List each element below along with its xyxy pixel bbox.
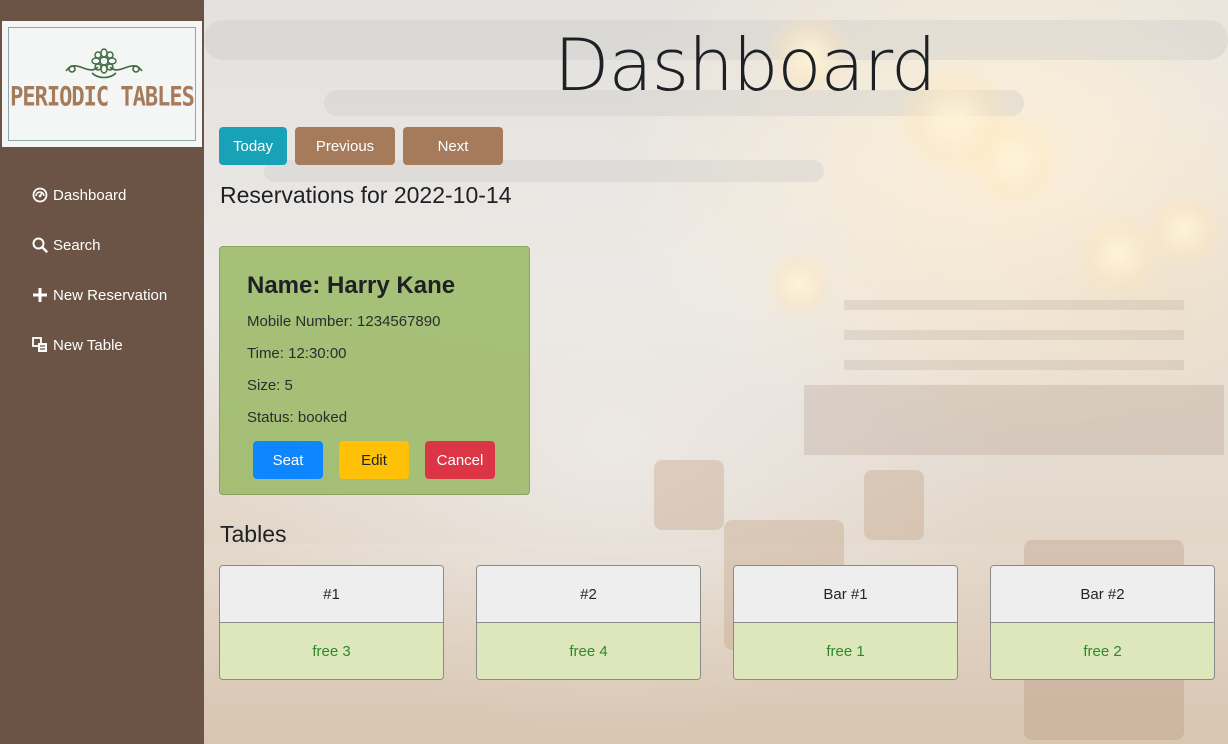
reservation-size: Size: 5 [247,377,293,394]
search-icon [32,237,48,253]
cancel-button[interactable]: Cancel [425,441,495,479]
next-button[interactable]: Next [403,127,503,165]
page-title: Dashboard [554,23,937,107]
seat-button[interactable]: Seat [253,441,323,479]
flower-ornament-icon [65,48,143,79]
sidebar-item-label: New Reservation [53,286,168,304]
table-name: #1 [220,566,443,623]
reservations-heading: Reservations for 2022-10-14 [220,182,512,208]
plus-icon [33,288,47,302]
sidebar: PERIODIC TABLES Dashboard Search New Res… [0,0,204,744]
sidebar-item-new-reservation[interactable]: New Reservation [32,270,202,320]
table-status: free 2 [991,623,1214,679]
edit-button[interactable]: Edit [339,441,409,479]
reservation-mobile: Mobile Number: 1234567890 [247,313,441,330]
table-name: #2 [477,566,700,623]
reservation-status: Status: booked [247,409,348,426]
table-card: Bar #2 free 2 [990,565,1215,680]
dashboard-icon [32,187,48,203]
table-status: free 1 [734,623,957,679]
previous-button[interactable]: Previous [295,127,395,165]
sidebar-item-search[interactable]: Search [32,220,202,270]
reservation-time: Time: 12:30:00 [247,345,347,362]
table-card: Bar #1 free 1 [733,565,958,680]
reservation-name: Name: Harry Kane [247,272,456,299]
sidebar-item-new-table[interactable]: New Table [32,320,202,370]
tables-heading: Tables [220,521,287,547]
table-name: Bar #1 [734,566,957,623]
table-name: Bar #2 [991,566,1214,623]
table-card: #2 free 4 [476,565,701,680]
sidebar-nav: Dashboard Search New Reservation New Tab… [32,170,202,370]
sidebar-item-label: Search [53,236,101,254]
today-button[interactable]: Today [219,127,287,165]
sidebar-item-label: Dashboard [53,186,127,204]
sidebar-item-dashboard[interactable]: Dashboard [32,170,202,220]
logo[interactable]: PERIODIC TABLES [2,21,202,147]
table-status: free 4 [477,623,700,679]
table-card: #1 free 3 [219,565,444,680]
table-status: free 3 [220,623,443,679]
table-icon [32,337,47,352]
logo-text: PERIODIC TABLES [10,82,195,113]
sidebar-item-label: New Table [53,336,123,354]
reservation-card: Name: Harry Kane Mobile Number: 12345678… [219,246,530,495]
